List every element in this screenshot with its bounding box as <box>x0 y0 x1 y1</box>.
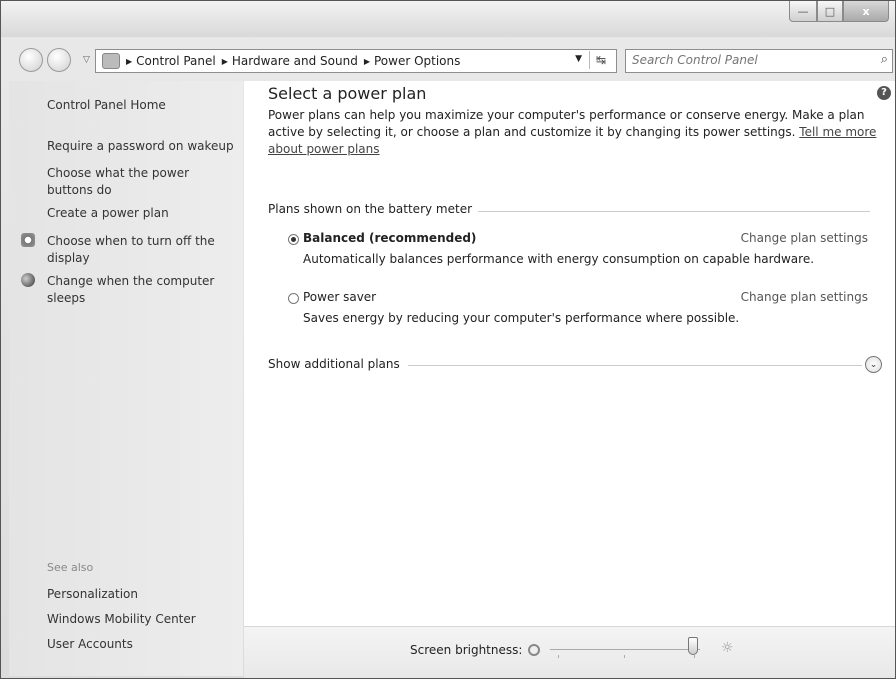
sidebar: Control Panel Home Require a password on… <box>9 81 243 676</box>
recent-pages-chevron-icon[interactable]: ▽ <box>83 55 90 65</box>
address-bar[interactable]: ▶ Control Panel ▶ Hardware and Sound ▶ P… <box>95 49 617 73</box>
page-description: Power plans can help you maximize your c… <box>268 107 878 158</box>
search-input[interactable] <box>626 50 868 70</box>
caption-buttons: — □ x <box>789 1 889 22</box>
plan-radio-power-saver[interactable] <box>288 293 299 304</box>
back-button[interactable] <box>19 48 43 72</box>
search-box[interactable]: ⌕ <box>625 49 893 73</box>
plan-description: Automatically balances performance with … <box>303 252 815 266</box>
description-text: Power plans can help you maximize your c… <box>268 108 865 139</box>
breadcrumb-separator-icon[interactable]: ▶ <box>126 57 132 66</box>
breadcrumb-hardware-and-sound[interactable]: Hardware and Sound <box>232 54 358 68</box>
see-also-personalization[interactable]: Personalization <box>47 586 237 603</box>
slider-tick <box>624 655 625 658</box>
plans-group-label: Plans shown on the battery meter <box>268 202 473 216</box>
brightness-bar: Screen brightness: ☼ <box>244 626 895 678</box>
breadcrumb-separator-icon[interactable]: ▶ <box>364 57 370 66</box>
brightness-slider-thumb[interactable] <box>687 637 698 655</box>
breadcrumb-control-panel[interactable]: Control Panel <box>136 54 216 68</box>
show-additional-plans-label[interactable]: Show additional plans <box>268 357 400 371</box>
slider-tick <box>558 655 559 658</box>
address-row: ▽ ▶ Control Panel ▶ Hardware and Sound ▶… <box>1 41 895 75</box>
plan-name[interactable]: Power saver <box>303 290 376 304</box>
breadcrumb-power-options[interactable]: Power Options <box>374 54 460 68</box>
refresh-icon[interactable]: ↹ <box>589 51 612 69</box>
sidebar-link-turn-off-display[interactable]: Choose when to turn off the display <box>47 233 217 267</box>
divider <box>408 365 862 366</box>
see-also-user-accounts[interactable]: User Accounts <box>47 636 237 653</box>
change-plan-settings-link[interactable]: Change plan settings <box>741 290 868 304</box>
title-bar: — □ x <box>1 1 895 37</box>
brightness-high-icon: ☼ <box>721 640 734 656</box>
forward-button[interactable] <box>47 48 71 72</box>
page-title: Select a power plan <box>268 84 427 103</box>
minimize-button[interactable]: — <box>789 1 817 22</box>
monitor-icon <box>21 233 35 247</box>
main-content: ? Select a power plan Power plans can he… <box>244 81 895 626</box>
breadcrumb-separator-icon[interactable]: ▶ <box>222 57 228 66</box>
brightness-slider-track[interactable] <box>550 649 700 650</box>
see-also-mobility-center[interactable]: Windows Mobility Center <box>47 611 237 628</box>
control-panel-icon <box>102 53 120 69</box>
chevron-down-icon[interactable]: ⌄ <box>865 356 882 373</box>
sidebar-link-create-plan[interactable]: Create a power plan <box>47 205 237 222</box>
divider <box>478 211 870 212</box>
power-options-window: — □ x ▽ ▶ Control Panel ▶ Hardware and S… <box>0 0 896 679</box>
help-icon[interactable]: ? <box>877 86 891 100</box>
sidebar-link-computer-sleeps[interactable]: Change when the computer sleeps <box>47 273 237 307</box>
close-button[interactable]: x <box>843 1 889 22</box>
moon-sleep-icon <box>21 273 35 287</box>
plan-description: Saves energy by reducing your computer's… <box>303 311 740 325</box>
maximize-button[interactable]: □ <box>817 1 843 22</box>
plan-name[interactable]: Balanced (recommended) <box>303 231 476 245</box>
sidebar-link-power-buttons[interactable]: Choose what the power buttons do <box>47 165 207 199</box>
sidebar-link-require-password[interactable]: Require a password on wakeup <box>47 138 237 155</box>
slider-tick <box>694 655 695 658</box>
address-dropdown-icon[interactable]: ▼ <box>575 54 582 64</box>
sidebar-control-panel-home[interactable]: Control Panel Home <box>47 97 237 114</box>
plan-radio-balanced[interactable] <box>288 234 299 245</box>
brightness-low-icon <box>528 644 540 656</box>
search-icon[interactable]: ⌕ <box>881 52 888 67</box>
screen-brightness-label: Screen brightness: <box>410 643 523 657</box>
change-plan-settings-link[interactable]: Change plan settings <box>741 231 868 245</box>
see-also-heading: See also <box>47 561 94 574</box>
